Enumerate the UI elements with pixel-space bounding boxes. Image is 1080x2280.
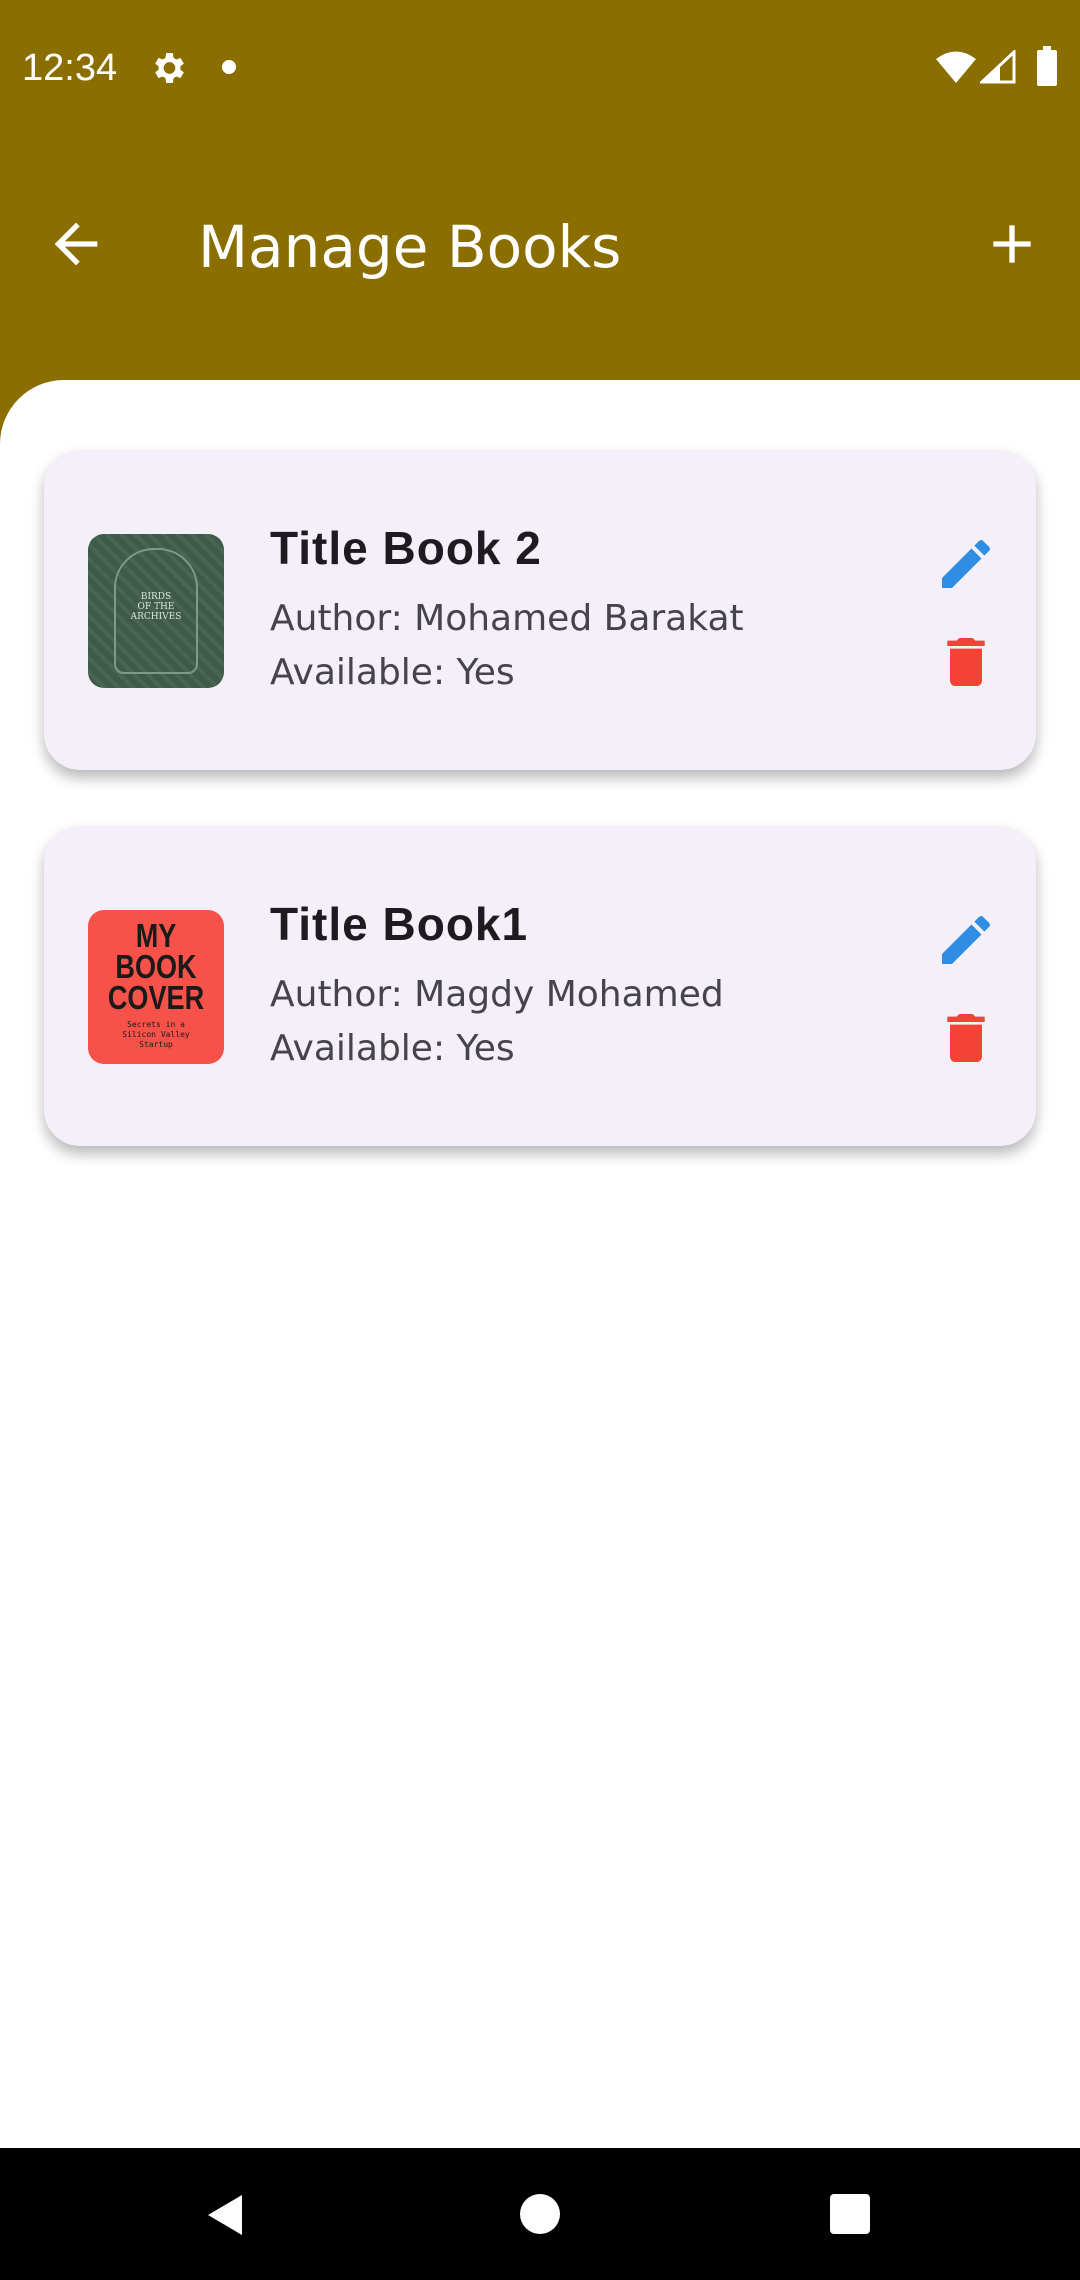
- page-title: Manage Books: [198, 213, 622, 281]
- book-card[interactable]: BIRDS OF THE ARCHIVES Title Book 2 Autho…: [44, 450, 1036, 770]
- app-bar: Manage Books: [0, 136, 1080, 380]
- cover-subtitle: Secrets in a Silicon Valley Startup: [122, 1020, 190, 1049]
- cover-title: MY BOOK COVER: [107, 917, 205, 1016]
- signal-icon: [980, 50, 1016, 84]
- cover-text: BIRDS OF THE ARCHIVES: [130, 592, 182, 622]
- gear-icon: [155, 53, 184, 83]
- add-button[interactable]: [980, 212, 1044, 276]
- edit-button[interactable]: [934, 908, 998, 972]
- book-author: Author: Magdy Mohamed: [270, 974, 724, 1015]
- status-time: 12:34: [22, 47, 118, 89]
- delete-button[interactable]: [934, 1006, 998, 1070]
- wifi-icon: [936, 51, 976, 83]
- back-button[interactable]: [44, 212, 108, 276]
- system-nav-bar: [0, 2148, 1080, 2280]
- edit-button[interactable]: [934, 532, 998, 596]
- nav-back-icon[interactable]: [200, 2190, 250, 2240]
- book-availability: Available: Yes: [270, 652, 515, 693]
- book-author: Author: Mohamed Barakat: [270, 598, 744, 639]
- book-availability: Available: Yes: [270, 1028, 515, 1069]
- book-list: BIRDS OF THE ARCHIVES Title Book 2 Autho…: [0, 380, 1080, 2148]
- book-title: Title Book 2: [270, 522, 542, 574]
- nav-home-icon[interactable]: [518, 2192, 562, 2236]
- delete-button[interactable]: [934, 630, 998, 694]
- battery-icon: [1037, 46, 1057, 86]
- notification-dot-icon: [222, 60, 236, 74]
- book-cover-image: BIRDS OF THE ARCHIVES: [88, 534, 224, 688]
- nav-recents-icon[interactable]: [828, 2192, 872, 2236]
- book-cover-image: MY BOOK COVER Secrets in a Silicon Valle…: [88, 910, 224, 1064]
- book-title: Title Book1: [270, 898, 529, 950]
- status-bar: 12:34: [0, 0, 1080, 136]
- book-card[interactable]: MY BOOK COVER Secrets in a Silicon Valle…: [44, 826, 1036, 1146]
